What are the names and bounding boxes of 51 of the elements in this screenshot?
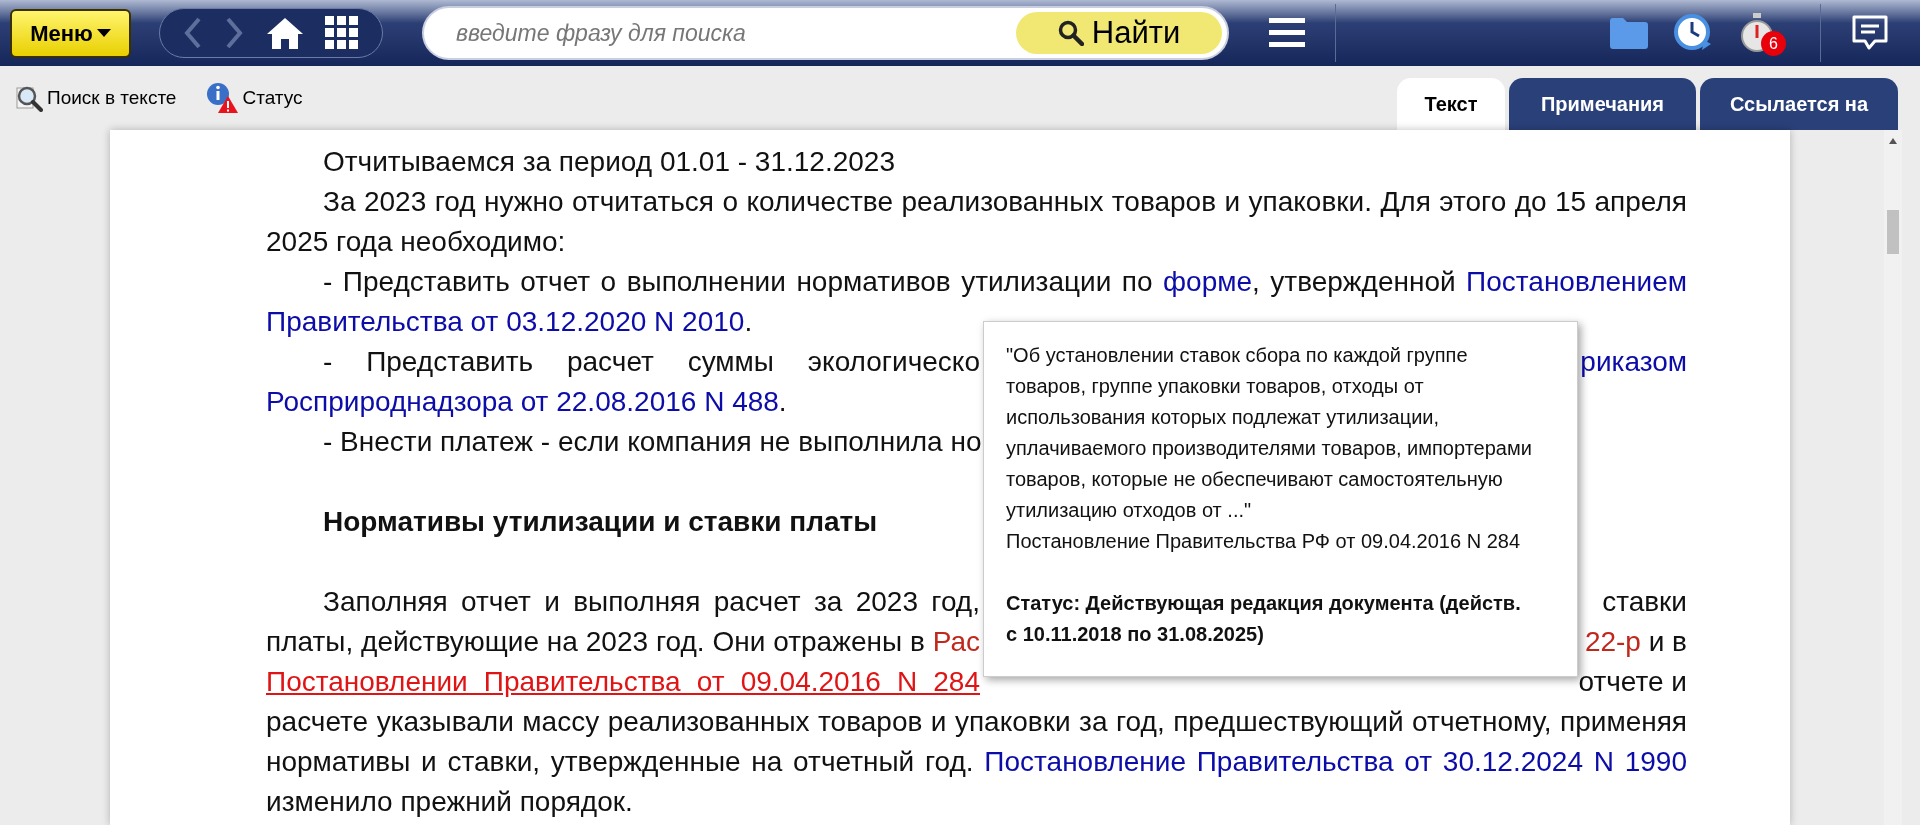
home-icon[interactable]: [265, 16, 304, 50]
document-link[interactable]: Рас: [932, 626, 980, 657]
document-link[interactable]: Постановление Правительства от 30.12.2024 N 1990: [984, 746, 1687, 777]
clock-icon[interactable]: [1674, 14, 1712, 52]
toolbar-button[interactable]: Статус: [206, 82, 303, 114]
text-line: За 2023 год нужно отчитаться о количестве реализованных товаров и упаковки. Для этого до 15 апреля: [322, 185, 1687, 219]
scrollbar[interactable]: [1884, 130, 1902, 825]
info-warning-icon: [206, 82, 239, 114]
tab[interactable]: Ссылается на: [1700, 78, 1898, 130]
text-line: изменило прежний порядок.: [266, 785, 633, 819]
document-link[interactable]: Правительства от 03.12.2020 N 2010: [266, 306, 745, 337]
text-line: нормативы и ставки, утвержденные на отчетный год. Постановление Правительства от 30.12.2024 N 1990: [266, 745, 1687, 779]
grid-icon[interactable]: [325, 16, 360, 50]
tooltip-document-title: Постановление Правительства РФ от 09.04.2016 N 284: [1006, 529, 1522, 554]
menu-button[interactable]: Меню: [10, 8, 131, 58]
folder-icon[interactable]: [1610, 17, 1648, 49]
text-fragment: - Представить расчет суммы экологическо: [322, 345, 980, 379]
document-link[interactable]: Постановлением: [1466, 266, 1687, 297]
section-heading: Нормативы утилизации и ставки платы: [322, 505, 878, 539]
text-line: Правительства от 03.12.2020 N 2010.: [266, 305, 753, 339]
document-link[interactable]: Постановлении Правительства от 09.04.2016 N 284: [266, 666, 980, 697]
text-fragment: - Внести платеж - если компания не выполнила но: [322, 425, 982, 459]
text-fragment: 22-р и в: [1584, 625, 1687, 659]
search-icon: [1057, 20, 1084, 46]
text-line: - Представить отчет о выполнении нормативов утилизации по форме, утвержденной Постановлением: [322, 265, 1687, 299]
text-line: расчете указывали массу реализованных товаров и упаковки за год, предшествующий отчетному, применяя: [266, 705, 1687, 739]
document-link[interactable]: Росприроднадзора от 22.08.2016 N 488: [266, 386, 779, 417]
notification-badge: 6: [1761, 31, 1786, 56]
tab[interactable]: Примечания: [1509, 78, 1696, 130]
document-link[interactable]: форме: [1163, 266, 1253, 297]
text-fragment: Заполняя отчет и выполняя расчет за 2023 год,: [322, 585, 980, 619]
caret-icon: [96, 29, 111, 37]
find-button[interactable]: Найти: [1016, 12, 1222, 54]
tooltip-quote: "Об установлении ставок сбора по каждой группе товаров, группе упаковки товаров, отходы от использования которых подлежат утилизации, уплачиваемого производителями товаров, импортерами товаров, которые не обеспечивают самостоятельную утилизацию отходов от ...": [1006, 343, 1533, 523]
document-link[interactable]: риказом: [1580, 346, 1687, 377]
toolbar-button[interactable]: Поиск в тексте: [15, 83, 177, 113]
tab[interactable]: Текст: [1397, 78, 1505, 130]
text-line: Отчитываемся за период 01.01 - 31.12.2023: [322, 145, 895, 179]
tooltip-status: Статус: Действующая редакция документа (действ. с 10.11.2018 по 31.08.2025): [1006, 591, 1522, 647]
text-fragment: отчете и: [1578, 665, 1687, 699]
document-link[interactable]: 22-р: [1584, 626, 1641, 657]
scroll-up-icon[interactable]: [1889, 138, 1897, 144]
chat-icon[interactable]: [1851, 15, 1889, 51]
text-line: Росприроднадзора от 22.08.2016 N 488.: [266, 385, 787, 419]
scrollbar-thumb[interactable]: [1887, 210, 1899, 254]
text-line: 2025 года необходимо:: [266, 225, 566, 259]
search-field[interactable]: введите фразу для поиска Найти: [422, 6, 1229, 60]
text-fragment: ставки: [1602, 585, 1687, 619]
menu-icon[interactable]: [1269, 18, 1305, 48]
magnifier-icon: [15, 84, 43, 112]
text-fragment: платы, действующие на 2023 год. Они отражены в Рас: [266, 625, 980, 659]
